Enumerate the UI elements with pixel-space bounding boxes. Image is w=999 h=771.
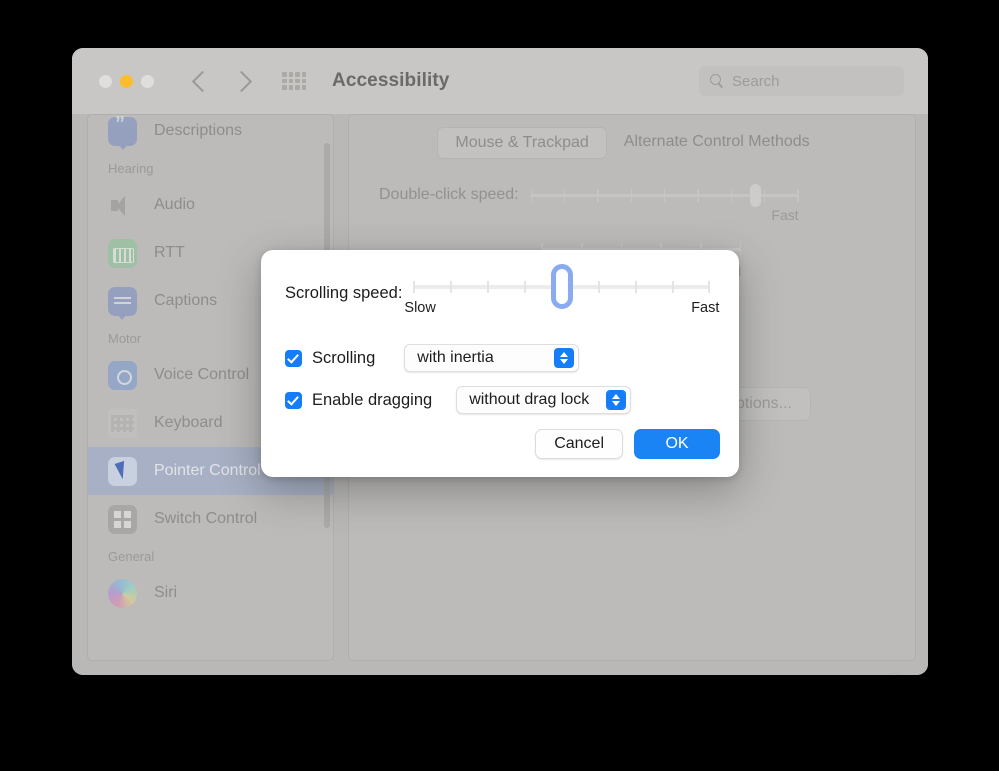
scrolling-speed-row: Scrolling speed: Slow Fast [261, 250, 739, 316]
switch-control-icon [108, 504, 137, 534]
sidebar-item-label: Voice Control [154, 366, 250, 383]
scrolling-mode-value: with inertia [417, 349, 494, 366]
chevron-updown-icon [554, 348, 575, 368]
dragging-option-row: Enable dragging without drag lock [261, 386, 739, 414]
back-button[interactable] [191, 70, 214, 92]
sidebar-header-general: General [108, 548, 155, 564]
sidebar-item-siri[interactable]: Siri [88, 569, 333, 617]
ok-button[interactable]: OK [634, 429, 720, 459]
sidebar-item-descriptions[interactable]: Descriptions [88, 115, 333, 155]
sidebar-item-label: Switch Control [154, 510, 258, 527]
sidebar-item-switch-control[interactable]: Switch Control [88, 495, 333, 543]
slider-max-label: Fast [771, 207, 799, 223]
page-title: Accessibility [332, 70, 450, 91]
slider-knob[interactable] [750, 184, 762, 207]
chevron-updown-icon [606, 390, 627, 410]
slider-max-label: Fast [691, 300, 720, 316]
cancel-button[interactable]: Cancel [535, 429, 623, 459]
rtt-icon [108, 238, 137, 268]
sidebar-item-label: RTT [154, 244, 185, 261]
scrolling-speed-label: Scrolling speed: [285, 284, 403, 302]
scrolling-option-row: Scrolling with inertia [261, 344, 739, 372]
tab-alternate-control-methods[interactable]: Alternate Control Methods [607, 127, 827, 159]
pane-tabs: Mouse & Trackpad Alternate Control Metho… [349, 127, 915, 159]
slider-end-labels: Slow Fast [404, 300, 719, 316]
forward-button[interactable] [230, 70, 253, 92]
window-titlebar: Accessibility Search [72, 48, 928, 115]
trackpad-options-dialog: Scrolling speed: Slow Fast Scrolling wit… [261, 250, 739, 477]
sidebar-header-hearing: Hearing [108, 160, 154, 176]
voice-control-icon [108, 360, 137, 390]
help-button[interactable]: ? [882, 672, 906, 675]
zoom-button[interactable] [141, 74, 154, 88]
sidebar-item-label: Keyboard [154, 414, 223, 431]
pointer-icon [108, 456, 137, 486]
siri-icon [108, 578, 137, 608]
show-all-icon[interactable] [282, 72, 306, 90]
sidebar-item-label: Pointer Control [154, 462, 261, 479]
screen: Accessibility Search Descriptions Hearin… [0, 0, 999, 771]
tab-mouse-trackpad[interactable]: Mouse & Trackpad [437, 127, 607, 159]
scrolling-checkbox-label: Scrolling [312, 348, 376, 367]
bottom-bar: Show Accessibility status in menu bar ? [72, 660, 928, 675]
enable-dragging-checkbox-label: Enable dragging [312, 390, 433, 409]
scrolling-speed-slider[interactable]: Slow Fast [404, 264, 719, 316]
dragging-mode-popup[interactable]: without drag lock [456, 386, 632, 414]
search-icon [710, 74, 724, 88]
enable-dragging-checkbox[interactable] [285, 391, 302, 409]
dragging-mode-value: without drag lock [469, 391, 590, 408]
minimize-button[interactable] [120, 74, 133, 88]
double-click-speed-slider[interactable]: Slow Fast [530, 184, 799, 223]
double-click-speed-label: Double-click speed: [379, 186, 519, 203]
captions-icon [108, 286, 137, 320]
scrolling-checkbox[interactable] [285, 349, 302, 367]
double-click-speed-row: Double-click speed: Slow Fast [349, 184, 915, 223]
sidebar-item-label: Audio [154, 196, 195, 213]
descriptions-icon [108, 115, 137, 150]
search-placeholder: Search [732, 72, 780, 90]
window-controls [99, 74, 154, 88]
slider-end-labels: Slow Fast [531, 207, 799, 223]
sidebar-item-audio[interactable]: Audio [88, 181, 333, 229]
audio-icon [108, 191, 137, 220]
search-field[interactable]: Search [699, 66, 904, 96]
slider-min-label: Slow [404, 300, 436, 316]
sidebar-item-label: Captions [154, 292, 218, 309]
navigation-arrows [191, 70, 253, 92]
dialog-buttons: Cancel OK [535, 429, 720, 459]
close-button[interactable] [99, 74, 112, 88]
sidebar-item-label: Siri [154, 584, 178, 601]
sidebar-item-label: Descriptions [154, 122, 243, 139]
scrolling-mode-popup[interactable]: with inertia [404, 344, 580, 372]
keyboard-icon [108, 408, 137, 438]
